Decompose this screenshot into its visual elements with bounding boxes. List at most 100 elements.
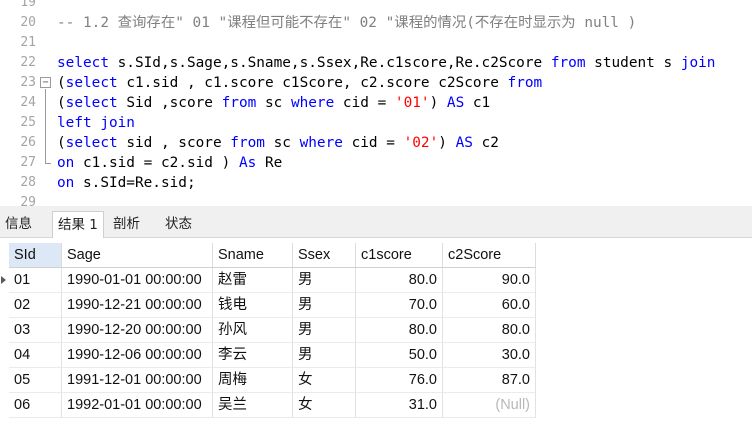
tab-status[interactable]: 状态 bbox=[160, 211, 197, 238]
code-text: select s.SId,s.Sage,s.Sname,s.Ssex,Re.c1… bbox=[57, 53, 715, 73]
sql-token: Sid ,score bbox=[117, 95, 222, 111]
column-header-ssex[interactable]: Ssex bbox=[293, 243, 356, 268]
sql-token: cid = bbox=[342, 135, 404, 151]
code-text: (select sid , score from sc where cid = … bbox=[57, 133, 499, 153]
cell-c2score[interactable]: 80.0 bbox=[443, 318, 536, 343]
cell-ssex[interactable]: 男 bbox=[293, 293, 356, 318]
cell-sage[interactable]: 1992-01-01 00:00:00 bbox=[62, 393, 213, 418]
sql-keyword: left join bbox=[57, 115, 135, 131]
column-header-c2score[interactable]: c2Score bbox=[443, 243, 536, 268]
cell-c1score[interactable]: 80.0 bbox=[356, 318, 443, 343]
code-line[interactable]: 20 -- 1.2 查询存在" 01 "课程但可能不存在" 02 "课程的情况(不… bbox=[0, 13, 752, 33]
code-line[interactable]: 26 (select sid , score from sc where cid … bbox=[0, 133, 752, 153]
column-header-sid[interactable]: SId bbox=[9, 243, 62, 268]
cell-ssex[interactable]: 女 bbox=[293, 368, 356, 393]
cell-sname[interactable]: 周梅 bbox=[213, 368, 293, 393]
sql-token: c2 bbox=[472, 135, 499, 151]
sql-keyword: join bbox=[680, 55, 716, 71]
cell-sid[interactable]: 04 bbox=[9, 343, 62, 368]
sql-token: ) bbox=[438, 135, 456, 151]
code-text: left join bbox=[57, 113, 135, 133]
sql-keyword: on bbox=[57, 155, 75, 171]
fold-toggle-icon[interactable]: − bbox=[40, 77, 51, 88]
code-line[interactable]: 29 bbox=[0, 193, 752, 206]
cell-sname[interactable]: 赵雷 bbox=[213, 268, 293, 293]
sql-keyword: AS bbox=[455, 135, 473, 151]
cell-sage[interactable]: 1990-12-06 00:00:00 bbox=[62, 343, 213, 368]
code-line[interactable]: 28 on s.SId=Re.sid; bbox=[0, 173, 752, 193]
code-line[interactable]: 22 select s.SId,s.Sage,s.Sname,s.Ssex,Re.… bbox=[0, 53, 752, 73]
line-number: 26 bbox=[20, 135, 36, 150]
cell-sage[interactable]: 1990-12-20 00:00:00 bbox=[62, 318, 213, 343]
sql-keyword: where bbox=[290, 95, 335, 111]
cell-sid[interactable]: 01 bbox=[9, 268, 62, 293]
fold-guide-end bbox=[45, 163, 51, 164]
sql-keyword: AS bbox=[446, 95, 465, 111]
fold-guide bbox=[45, 89, 46, 163]
sql-keyword: from bbox=[507, 75, 543, 91]
sql-token: ( bbox=[57, 75, 66, 91]
cell-sid[interactable]: 06 bbox=[9, 393, 62, 418]
cell-c2score[interactable]: 87.0 bbox=[443, 368, 536, 393]
cell-sage[interactable]: 1990-12-21 00:00:00 bbox=[62, 293, 213, 318]
cell-c2score[interactable]: (Null) bbox=[443, 393, 536, 418]
sql-token: c1 bbox=[464, 95, 491, 111]
tab-profile[interactable]: 剖析 bbox=[108, 211, 145, 238]
code-line[interactable]: 21 bbox=[0, 33, 752, 53]
cell-ssex[interactable]: 男 bbox=[293, 318, 356, 343]
cell-sname[interactable]: 钱电 bbox=[213, 293, 293, 318]
code-line[interactable]: 27 on c1.sid = c2.sid ) As Re bbox=[0, 153, 752, 173]
sql-comment: -- 1.2 查询存在" 01 "课程但可能不存在" 02 "课程的情况(不存在… bbox=[57, 15, 637, 31]
sql-editor[interactable]: 19 20 -- 1.2 查询存在" 01 "课程但可能不存在" 02 "课程的情况… bbox=[0, 0, 752, 206]
cell-ssex[interactable]: 女 bbox=[293, 393, 356, 418]
tab-info[interactable]: 信息 bbox=[0, 211, 37, 238]
cell-sid[interactable]: 02 bbox=[9, 293, 62, 318]
code-line[interactable]: 19 bbox=[0, 0, 752, 13]
cell-sname[interactable]: 吴兰 bbox=[213, 393, 293, 418]
cell-sage[interactable]: 1991-12-01 00:00:00 bbox=[62, 368, 213, 393]
code-line[interactable]: 23 (select c1.sid , c1.score c1Score, c2.… bbox=[0, 73, 752, 93]
result-grid[interactable]: SId Sage Sname Ssex c1score c2Score 01 1990-01-… bbox=[0, 238, 752, 422]
cell-c2score[interactable]: 30.0 bbox=[443, 343, 536, 368]
cell-c1score[interactable]: 76.0 bbox=[356, 368, 443, 393]
code-text: on s.SId=Re.sid; bbox=[57, 173, 196, 193]
cell-c1score[interactable]: 80.0 bbox=[356, 268, 443, 293]
cell-c1score[interactable]: 50.0 bbox=[356, 343, 443, 368]
cell-c1score[interactable]: 31.0 bbox=[356, 393, 443, 418]
line-number: 27 bbox=[20, 155, 36, 170]
cell-c2score[interactable]: 60.0 bbox=[443, 293, 536, 318]
code-line[interactable]: 24 (select Sid ,score from sc where cid =… bbox=[0, 93, 752, 113]
sql-keyword: from bbox=[221, 95, 257, 111]
result-tabs: 信息 结果 1 剖析 状态 bbox=[0, 206, 752, 239]
sql-keyword: select bbox=[65, 95, 118, 111]
sql-string: '02' bbox=[403, 135, 439, 151]
cell-c1score[interactable]: 70.0 bbox=[356, 293, 443, 318]
sql-token: cid = bbox=[334, 95, 395, 111]
column-header-sname[interactable]: Sname bbox=[213, 243, 293, 268]
code-line[interactable]: 25 left join bbox=[0, 113, 752, 133]
cell-sname[interactable]: 孙风 bbox=[213, 318, 293, 343]
sql-token: c1.sid = c2.sid ) bbox=[74, 155, 239, 171]
cell-sage[interactable]: 1990-01-01 00:00:00 bbox=[62, 268, 213, 293]
line-number: 21 bbox=[20, 35, 36, 50]
line-number: 25 bbox=[20, 115, 36, 130]
tab-result-1[interactable]: 结果 1 bbox=[52, 211, 104, 239]
sql-keyword: As bbox=[238, 155, 257, 171]
sql-keyword: where bbox=[299, 135, 343, 151]
sql-token: ) bbox=[429, 95, 447, 111]
column-header-c1score[interactable]: c1score bbox=[356, 243, 443, 268]
cell-ssex[interactable]: 男 bbox=[293, 343, 356, 368]
sql-keyword: from bbox=[230, 135, 265, 151]
sql-keyword: select bbox=[57, 55, 109, 71]
column-header-sage[interactable]: Sage bbox=[62, 243, 213, 268]
cell-ssex[interactable]: 男 bbox=[293, 268, 356, 293]
sql-string: '01' bbox=[394, 95, 430, 111]
cell-sname[interactable]: 李云 bbox=[213, 343, 293, 368]
cell-sid[interactable]: 03 bbox=[9, 318, 62, 343]
sql-token: sc bbox=[256, 95, 291, 111]
cell-c2score[interactable]: 90.0 bbox=[443, 268, 536, 293]
sql-token: student s bbox=[585, 55, 681, 71]
sql-token: s.SId=Re.sid; bbox=[74, 175, 196, 191]
code-text: on c1.sid = c2.sid ) As Re bbox=[57, 153, 282, 173]
cell-sid[interactable]: 05 bbox=[9, 368, 62, 393]
